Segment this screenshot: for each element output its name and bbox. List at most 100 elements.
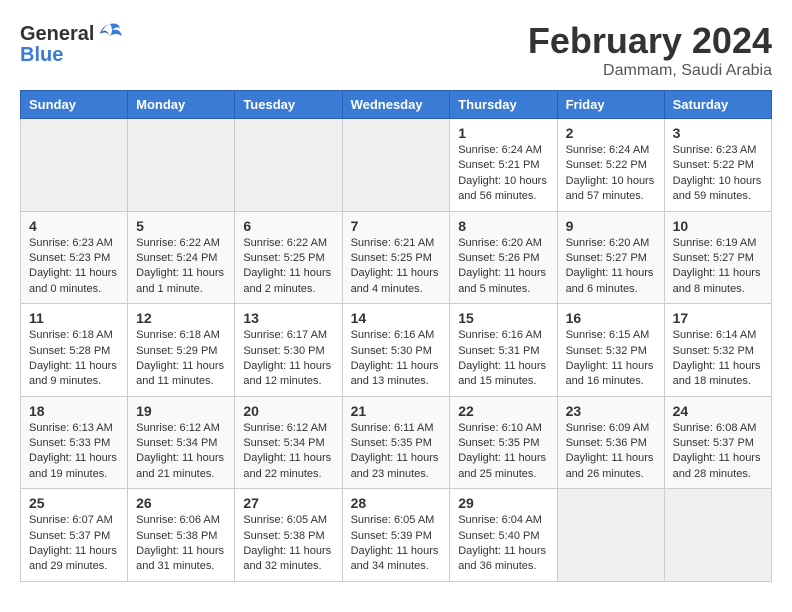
calendar-cell: 9Sunrise: 6:20 AM Sunset: 5:27 PM Daylig… [557,211,664,304]
day-number: 17 [673,310,763,326]
day-info: Sunrise: 6:08 AM Sunset: 5:37 PM Dayligh… [673,421,763,483]
day-info: Sunrise: 6:05 AM Sunset: 5:39 PM Dayligh… [351,513,442,575]
day-number: 19 [136,403,226,419]
day-number: 18 [29,403,119,419]
calendar-cell: 23Sunrise: 6:09 AM Sunset: 5:36 PM Dayli… [557,396,664,489]
calendar-location: Dammam, Saudi Arabia [528,62,772,80]
weekday-header-row: SundayMondayTuesdayWednesdayThursdayFrid… [21,91,772,119]
calendar-cell: 6 Sunrise: 6:22 AM Sunset: 5:25 PM Daylig… [235,211,342,304]
day-number: 26 [136,495,226,511]
logo: General Blue [20,20,124,67]
day-number: 2 [566,125,656,141]
calendar-cell: 18 Sunrise: 6:13 AM Sunset: 5:33 PM Dayli… [21,396,128,489]
day-number: 16 [566,310,656,326]
calendar-title: February 2024 [528,20,772,62]
calendar-cell [664,489,771,582]
day-number: 3 [673,125,763,141]
weekday-header-saturday: Saturday [664,91,771,119]
calendar-cell: 14 Sunrise: 6:16 AM Sunset: 5:30 PM Dayli… [342,304,450,397]
day-info: Sunrise: 6:12 AM Sunset: 5:34 PM Dayligh… [136,421,226,483]
day-info: Sunrise: 6:23 AM Sunset: 5:22 PM Dayligh… [673,143,763,205]
day-info: Sunrise: 6:24 AM Sunset: 5:22 PM Dayligh… [566,143,656,205]
calendar-cell: 26 Sunrise: 6:06 AM Sunset: 5:38 PM Dayli… [128,489,235,582]
week-row-5: 25 Sunrise: 6:07 AM Sunset: 5:37 PM Dayli… [21,489,772,582]
day-info: Sunrise: 6:17 AM Sunset: 5:30 PM Dayligh… [243,328,333,390]
day-number: 23 [566,403,656,419]
day-info: Sunrise: 6:06 AM Sunset: 5:38 PM Dayligh… [136,513,226,575]
day-number: 1 [458,125,548,141]
day-info: Sunrise: 6:23 AM Sunset: 5:23 PM Dayligh… [29,236,119,298]
day-number: 5 [136,218,226,234]
day-info: Sunrise: 6:20 AM Sunset: 5:27 PM Dayligh… [566,236,656,298]
day-info: Sunrise: 6:13 AM Sunset: 5:33 PM Dayligh… [29,421,119,483]
calendar-cell [557,489,664,582]
calendar-cell [235,119,342,212]
day-info: Sunrise: 6:14 AM Sunset: 5:32 PM Dayligh… [673,328,763,390]
calendar-table: SundayMondayTuesdayWednesdayThursdayFrid… [20,90,772,582]
calendar-cell [21,119,128,212]
calendar-cell: 11 Sunrise: 6:18 AM Sunset: 5:28 PM Dayli… [21,304,128,397]
day-info: Sunrise: 6:11 AM Sunset: 5:35 PM Dayligh… [351,421,442,483]
day-number: 6 [243,218,333,234]
day-number: 10 [673,218,763,234]
day-number: 29 [458,495,548,511]
weekday-header-tuesday: Tuesday [235,91,342,119]
day-number: 11 [29,310,119,326]
calendar-cell [342,119,450,212]
day-number: 4 [29,218,119,234]
day-number: 14 [351,310,442,326]
calendar-cell: 25 Sunrise: 6:07 AM Sunset: 5:37 PM Dayli… [21,489,128,582]
logo-bird-icon [96,20,124,48]
day-info: Sunrise: 6:10 AM Sunset: 5:35 PM Dayligh… [458,421,548,483]
day-info: Sunrise: 6:21 AM Sunset: 5:25 PM Dayligh… [351,236,442,298]
day-info: Sunrise: 6:22 AM Sunset: 5:25 PM Dayligh… [243,236,333,298]
calendar-cell: 16 Sunrise: 6:15 AM Sunset: 5:32 PM Dayli… [557,304,664,397]
day-number: 12 [136,310,226,326]
day-info: Sunrise: 6:07 AM Sunset: 5:37 PM Dayligh… [29,513,119,575]
day-number: 8 [458,218,548,234]
calendar-cell [128,119,235,212]
day-info: Sunrise: 6:19 AM Sunset: 5:27 PM Dayligh… [673,236,763,298]
day-number: 13 [243,310,333,326]
day-info: Sunrise: 6:18 AM Sunset: 5:28 PM Dayligh… [29,328,119,390]
day-number: 25 [29,495,119,511]
calendar-cell: 3 Sunrise: 6:23 AM Sunset: 5:22 PM Daylig… [664,119,771,212]
calendar-cell: 5 Sunrise: 6:22 AM Sunset: 5:24 PM Daylig… [128,211,235,304]
day-number: 24 [673,403,763,419]
calendar-cell: 20Sunrise: 6:12 AM Sunset: 5:34 PM Dayli… [235,396,342,489]
title-section: February 2024 Dammam, Saudi Arabia [528,20,772,80]
day-number: 27 [243,495,333,511]
weekday-header-wednesday: Wednesday [342,91,450,119]
calendar-cell: 10 Sunrise: 6:19 AM Sunset: 5:27 PM Dayli… [664,211,771,304]
calendar-cell: 7 Sunrise: 6:21 AM Sunset: 5:25 PM Daylig… [342,211,450,304]
calendar-cell: 21Sunrise: 6:11 AM Sunset: 5:35 PM Dayli… [342,396,450,489]
day-number: 7 [351,218,442,234]
logo-general-text: General [20,23,94,46]
day-info: Sunrise: 6:20 AM Sunset: 5:26 PM Dayligh… [458,236,548,298]
calendar-cell: 1Sunrise: 6:24 AM Sunset: 5:21 PM Daylig… [450,119,557,212]
calendar-cell: 29Sunrise: 6:04 AM Sunset: 5:40 PM Dayli… [450,489,557,582]
day-info: Sunrise: 6:22 AM Sunset: 5:24 PM Dayligh… [136,236,226,298]
calendar-cell: 2 Sunrise: 6:24 AM Sunset: 5:22 PM Daylig… [557,119,664,212]
week-row-1: 1Sunrise: 6:24 AM Sunset: 5:21 PM Daylig… [21,119,772,212]
calendar-cell: 22 Sunrise: 6:10 AM Sunset: 5:35 PM Dayli… [450,396,557,489]
weekday-header-friday: Friday [557,91,664,119]
calendar-cell: 27 Sunrise: 6:05 AM Sunset: 5:38 PM Dayli… [235,489,342,582]
weekday-header-thursday: Thursday [450,91,557,119]
day-info: Sunrise: 6:05 AM Sunset: 5:38 PM Dayligh… [243,513,333,575]
day-info: Sunrise: 6:15 AM Sunset: 5:32 PM Dayligh… [566,328,656,390]
calendar-cell: 19 Sunrise: 6:12 AM Sunset: 5:34 PM Dayli… [128,396,235,489]
day-info: Sunrise: 6:16 AM Sunset: 5:31 PM Dayligh… [458,328,548,390]
calendar-cell: 4 Sunrise: 6:23 AM Sunset: 5:23 PM Daylig… [21,211,128,304]
calendar-cell: 12Sunrise: 6:18 AM Sunset: 5:29 PM Dayli… [128,304,235,397]
day-info: Sunrise: 6:12 AM Sunset: 5:34 PM Dayligh… [243,421,333,483]
weekday-header-sunday: Sunday [21,91,128,119]
calendar-cell: 17 Sunrise: 6:14 AM Sunset: 5:32 PM Dayli… [664,304,771,397]
calendar-cell: 8 Sunrise: 6:20 AM Sunset: 5:26 PM Daylig… [450,211,557,304]
week-row-2: 4 Sunrise: 6:23 AM Sunset: 5:23 PM Daylig… [21,211,772,304]
calendar-cell: 28Sunrise: 6:05 AM Sunset: 5:39 PM Dayli… [342,489,450,582]
logo-blue-text: Blue [20,44,63,67]
day-number: 22 [458,403,548,419]
day-info: Sunrise: 6:16 AM Sunset: 5:30 PM Dayligh… [351,328,442,390]
calendar-cell: 24 Sunrise: 6:08 AM Sunset: 5:37 PM Dayli… [664,396,771,489]
